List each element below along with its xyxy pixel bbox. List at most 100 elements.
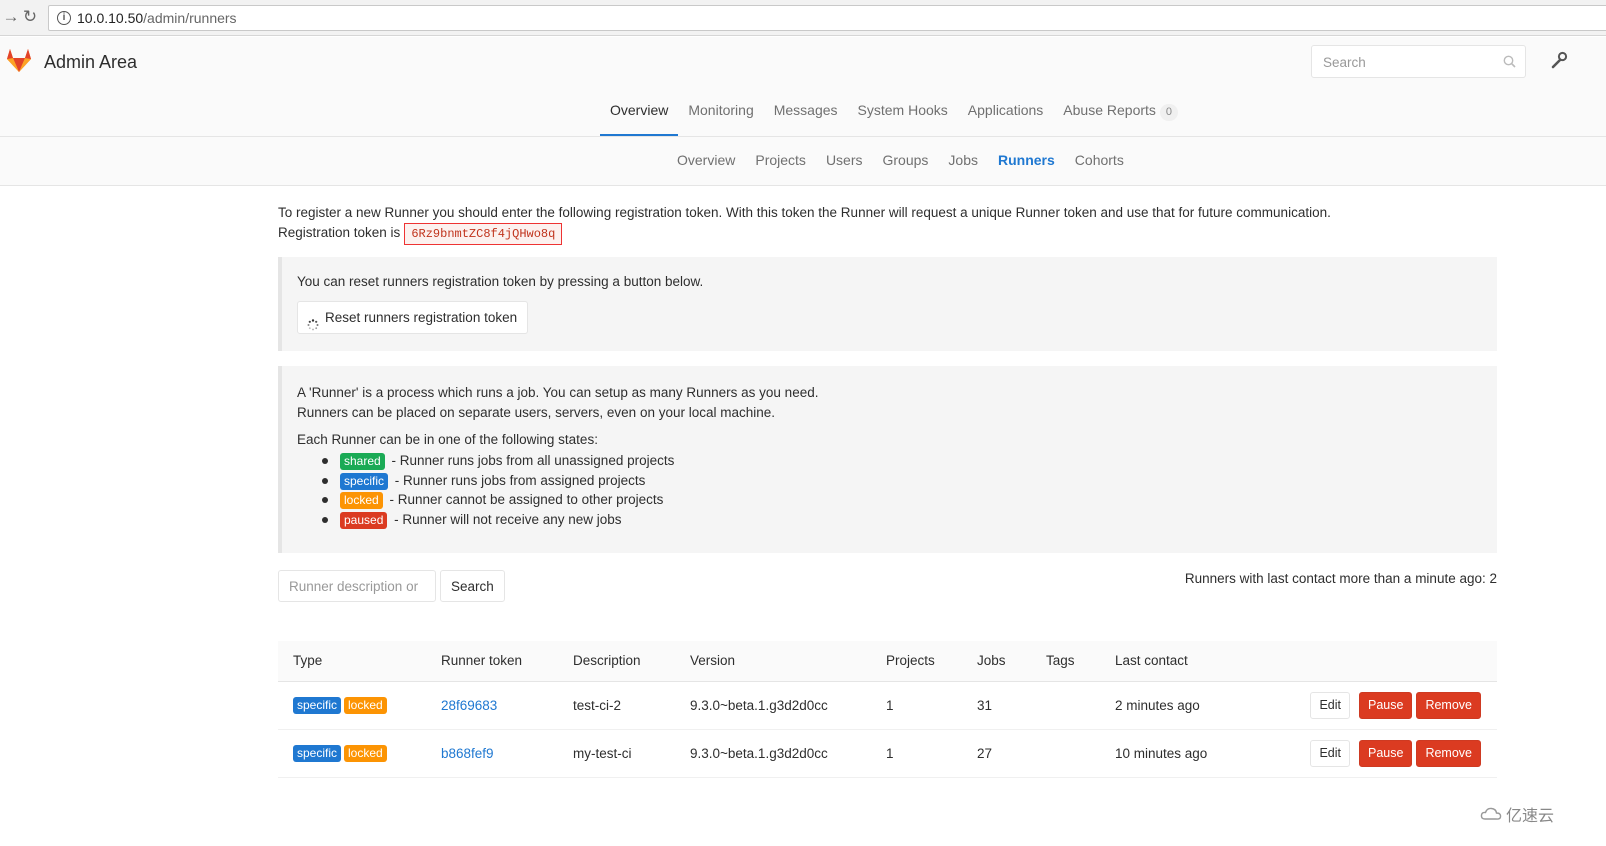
states-title: Each Runner can be in one of the followi… [297, 432, 598, 447]
search-icon[interactable] [1503, 55, 1516, 71]
type-cell: specific locked [278, 681, 426, 730]
edit-button[interactable]: Edit [1310, 739, 1350, 767]
cloud-logo-icon [1480, 807, 1502, 820]
watermark: 亿速云 [1480, 802, 1554, 826]
table-row: specific locked 28f69683 test-ci-2 9.3.0~… [278, 681, 1497, 730]
last-contact-note: Runners with last contact more than a mi… [1184, 571, 1497, 586]
subtab-groups[interactable]: Groups [873, 152, 939, 168]
runners-table: Type Runner token Description Version Pr… [278, 641, 1497, 778]
pause-button[interactable]: Pause [1359, 691, 1413, 719]
subtab-cohorts[interactable]: Cohorts [1065, 152, 1134, 168]
subtab-runners[interactable]: Runners [988, 152, 1065, 168]
col-actions [1240, 641, 1497, 682]
table-row: specific locked b868fef9 my-test-ci 9.3.0… [278, 729, 1497, 778]
col-type: Type [278, 641, 426, 682]
jobs-cell: 27 [962, 729, 1031, 778]
browser-toolbar: → ↻ i 10.0.10.50/admin/runners [0, 0, 1606, 36]
reset-token-panel: You can reset runners registration token… [278, 257, 1497, 351]
pause-button[interactable]: Pause [1359, 739, 1413, 767]
description-cell: test-ci-2 [558, 681, 675, 730]
subtab-users[interactable]: Users [816, 152, 873, 168]
address-bar[interactable]: i 10.0.10.50/admin/runners [48, 5, 1606, 31]
app-header: Admin Area Overview Monitoring Messages … [0, 37, 1606, 137]
subtab-jobs[interactable]: Jobs [938, 152, 988, 168]
remove-button[interactable]: Remove [1416, 691, 1481, 719]
reload-icon[interactable]: ↻ [19, 6, 41, 28]
locked-badge: locked [340, 492, 383, 509]
page-title: Admin Area [44, 52, 138, 72]
shared-badge: shared [340, 453, 385, 470]
col-projects: Projects [871, 641, 962, 682]
watermark-text: 亿速云 [1506, 808, 1555, 825]
list-item: paused - Runner will not receive any new… [322, 510, 674, 530]
search-box[interactable] [1311, 45, 1526, 78]
last-contact-cell: 2 minutes ago [1100, 681, 1240, 730]
runner-filter-input[interactable] [278, 570, 436, 602]
last-contact-cell: 10 minutes ago [1100, 729, 1240, 778]
wrench-icon[interactable] [1550, 51, 1568, 72]
main-tabs: Overview Monitoring Messages System Hook… [600, 96, 1188, 136]
state-desc: - Runner runs jobs from all unassigned p… [391, 453, 675, 468]
col-last-contact: Last contact [1100, 641, 1240, 682]
projects-cell: 1 [871, 681, 962, 730]
tags-cell [1031, 681, 1100, 730]
info-line-1: A 'Runner' is a process which runs a job… [297, 385, 819, 400]
reset-button-label: Reset runners registration token [325, 310, 518, 325]
runner-info-panel: A 'Runner' is a process which runs a job… [278, 366, 1497, 553]
locked-badge: locked [344, 696, 387, 714]
paused-badge: paused [340, 511, 388, 529]
info-line-2: Runners can be placed on separate users,… [297, 404, 776, 420]
specific-badge: specific [293, 744, 342, 762]
actions-cell: Edit Pause Remove [1240, 729, 1497, 778]
abuse-count-badge: 0 [1159, 104, 1178, 121]
tab-applications[interactable]: Applications [958, 96, 1054, 136]
state-desc: - Runner will not receive any new jobs [394, 511, 622, 527]
remove-button[interactable]: Remove [1416, 739, 1481, 767]
token-prefix: Registration token is [278, 224, 401, 240]
specific-badge: specific [340, 472, 389, 490]
states-list: shared - Runner runs jobs from all unass… [322, 451, 674, 529]
jobs-cell: 31 [962, 681, 1031, 730]
tab-system-hooks[interactable]: System Hooks [848, 96, 958, 136]
list-item: locked - Runner cannot be assigned to ot… [322, 490, 674, 510]
table-header-row: Type Runner token Description Version Pr… [278, 641, 1497, 682]
tab-overview[interactable]: Overview [600, 96, 679, 136]
col-runner-token: Runner token [426, 641, 558, 682]
info-icon[interactable]: i [57, 11, 71, 25]
description-cell: my-test-ci [558, 729, 675, 778]
url-text: 10.0.10.50/admin/runners [77, 10, 237, 26]
subtab-projects[interactable]: Projects [745, 152, 816, 168]
col-tags: Tags [1031, 641, 1100, 682]
reset-token-button[interactable]: Reset runners registration token [297, 301, 529, 334]
edit-button[interactable]: Edit [1310, 691, 1350, 719]
state-desc: - Runner runs jobs from assigned project… [394, 472, 646, 488]
filter-search-button[interactable]: Search [440, 570, 505, 602]
intro-text: To register a new Runner you should ente… [278, 205, 1331, 220]
projects-cell: 1 [871, 729, 962, 778]
col-description: Description [558, 641, 675, 682]
runner-token-link[interactable]: b868fef9 [441, 746, 494, 761]
tab-messages[interactable]: Messages [764, 96, 848, 136]
col-version: Version [675, 641, 871, 682]
tab-monitoring[interactable]: Monitoring [678, 96, 763, 136]
list-item: specific - Runner runs jobs from assigne… [322, 471, 674, 491]
reset-message: You can reset runners registration token… [297, 274, 704, 289]
runner-token-link[interactable]: 28f69683 [441, 698, 497, 713]
search-input[interactable] [1321, 54, 1491, 71]
actions-cell: Edit Pause Remove [1240, 681, 1497, 730]
sub-navigation: Overview Projects Users Groups Jobs Runn… [0, 137, 1606, 186]
tags-cell [1031, 729, 1100, 778]
version-cell: 9.3.0~beta.1.g3d2d0cc [675, 681, 871, 730]
gitlab-logo-icon[interactable] [4, 45, 34, 78]
spinner-icon [307, 311, 319, 342]
specific-badge: specific [293, 696, 342, 714]
state-desc: - Runner cannot be assigned to other pro… [389, 492, 664, 507]
col-jobs: Jobs [962, 641, 1031, 682]
type-cell: specific locked [278, 729, 426, 778]
version-cell: 9.3.0~beta.1.g3d2d0cc [675, 729, 871, 778]
subtab-overview[interactable]: Overview [667, 152, 745, 168]
registration-token: 6Rz9bnmtZC8f4jQHwo8q [404, 222, 563, 245]
list-item: shared - Runner runs jobs from all unass… [322, 451, 674, 471]
tab-abuse-reports[interactable]: Abuse Reports 0 [1053, 96, 1188, 136]
locked-badge: locked [344, 744, 387, 762]
